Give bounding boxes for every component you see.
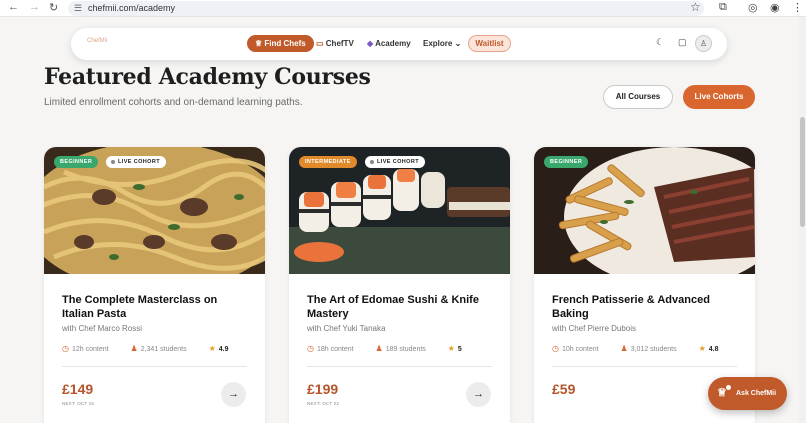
nav-item-cheftv[interactable]: ▭ ChefTV: [316, 35, 354, 52]
level-badge: BEGINNER: [544, 156, 589, 168]
url-text: chefmii.com/academy: [88, 3, 176, 13]
page-scrollbar[interactable]: [799, 17, 806, 423]
students-icon: ♟: [130, 344, 138, 353]
chef-hat-icon: ♕: [255, 39, 265, 48]
divider: [62, 366, 247, 367]
course-hours: 10h content: [561, 346, 599, 353]
course-rating: 5: [457, 346, 462, 353]
course-price: £149: [62, 381, 94, 397]
clock-icon: ◷: [62, 344, 69, 353]
next-date: NEXT: OCT 22: [307, 401, 340, 406]
next-date: NEXT: OCT 15: [62, 401, 95, 406]
profile-icon[interactable]: ◉: [770, 1, 780, 14]
forward-icon[interactable]: →: [29, 1, 40, 13]
academy-label: Academy: [375, 39, 411, 48]
course-title[interactable]: The Art of Edomae Sushi & Knife Mastery: [307, 293, 497, 321]
user-avatar[interactable]: ♙: [695, 35, 712, 52]
course-rating: 4.9: [218, 346, 229, 353]
sync-icon[interactable]: ◎: [748, 1, 758, 14]
nav-item-explore[interactable]: Explore ⌄: [423, 35, 461, 52]
course-card[interactable]: BEGINNER LIVE COHORT The Complete Master…: [44, 147, 265, 423]
extensions-icon[interactable]: ⧉: [719, 1, 727, 14]
menu-icon[interactable]: ⋮: [792, 1, 803, 14]
clock-icon: ◷: [552, 344, 559, 353]
cheftv-label: ChefTV: [325, 39, 354, 48]
students-icon: ♟: [620, 344, 628, 353]
ask-chefmii-label: Ask ChefMii: [736, 390, 777, 397]
course-hours: 12h content: [71, 346, 109, 353]
clock-icon: ◷: [307, 344, 314, 353]
notification-dot: [726, 385, 731, 390]
page-title: Featured Academy Courses: [44, 64, 371, 90]
site-settings-icon[interactable]: ☰: [74, 1, 82, 16]
course-chef: with Chef Yuki Tanaka: [307, 324, 386, 333]
course-meta: ◷ 12h content ♟ 2,341 students ★ 4.9: [62, 344, 249, 353]
scrollbar-thumb[interactable]: [800, 117, 805, 227]
course-chef: with Chef Pierre Dubois: [552, 324, 637, 333]
arrow-right-icon[interactable]: →: [466, 382, 491, 407]
explore-label: Explore: [423, 39, 453, 48]
dark-mode-icon[interactable]: ☾: [656, 37, 664, 48]
course-card[interactable]: INTERMEDIATE LIVE COHORT The Art of Edom…: [289, 147, 510, 423]
star-icon: ★: [447, 344, 455, 353]
ask-chefmii-button[interactable]: ♕ Ask ChefMii: [708, 377, 787, 410]
star-icon: ★: [208, 344, 216, 353]
tv-icon: ▭: [316, 39, 326, 48]
divider: [552, 366, 737, 367]
course-chef: with Chef Marco Rossi: [62, 324, 143, 333]
graduation-cap-icon: ◆: [367, 39, 376, 48]
live-cohorts-button[interactable]: Live Cohorts: [683, 85, 755, 109]
browser-toolbar: ← → ↻ ☰ chefmii.com/academy ☆ ⧉ ◎ ◉ ⋮: [0, 0, 806, 17]
star-icon: ★: [698, 344, 706, 353]
waitlist-button[interactable]: Waitlist: [468, 35, 511, 52]
level-badge: BEGINNER: [54, 156, 99, 168]
course-hours: 18h content: [316, 346, 354, 353]
course-title[interactable]: French Patisserie & Advanced Baking: [552, 293, 742, 321]
course-students: 189 students: [385, 346, 426, 353]
address-bar[interactable]: ☰ chefmii.com/academy: [68, 1, 704, 16]
live-cohort-badge: LIVE COHORT: [106, 156, 166, 168]
course-rating: 4.8: [708, 346, 719, 353]
find-chefs-button[interactable]: ♕ Find Chefs: [247, 35, 314, 52]
level-badge: INTERMEDIATE: [299, 156, 357, 168]
students-icon: ♟: [375, 344, 383, 353]
all-courses-button[interactable]: All Courses: [603, 85, 673, 109]
page-subtitle: Limited enrollment cohorts and on-demand…: [44, 97, 303, 108]
course-students: 3,012 students: [630, 346, 677, 353]
course-students: 2,341 students: [140, 346, 187, 353]
nav-item-academy[interactable]: ◆ Academy: [367, 35, 411, 52]
course-price: £199: [307, 381, 339, 397]
bookmark-star-icon[interactable]: ☆: [690, 0, 701, 14]
chevron-down-icon: ⌄: [452, 39, 462, 48]
chat-icon[interactable]: ▢: [678, 37, 687, 48]
course-price: £59: [552, 381, 576, 397]
divider: [307, 366, 492, 367]
course-title[interactable]: The Complete Masterclass on Italian Past…: [62, 293, 252, 321]
site-logo[interactable]: ChefMii: [87, 38, 107, 44]
find-chefs-label: Find Chefs: [264, 39, 306, 48]
course-meta: ◷ 10h content ♟ 3,012 students ★ 4.8: [552, 344, 739, 353]
course-meta: ◷ 18h content ♟ 189 students ★ 5: [307, 344, 482, 353]
live-cohort-badge: LIVE COHORT: [365, 156, 425, 168]
site-navbar: ChefMii ♕ Find Chefs ▭ ChefTV ◆ Academy …: [71, 28, 727, 60]
reload-icon[interactable]: ↻: [49, 1, 58, 14]
back-icon[interactable]: ←: [8, 1, 19, 13]
arrow-right-icon[interactable]: →: [221, 382, 246, 407]
